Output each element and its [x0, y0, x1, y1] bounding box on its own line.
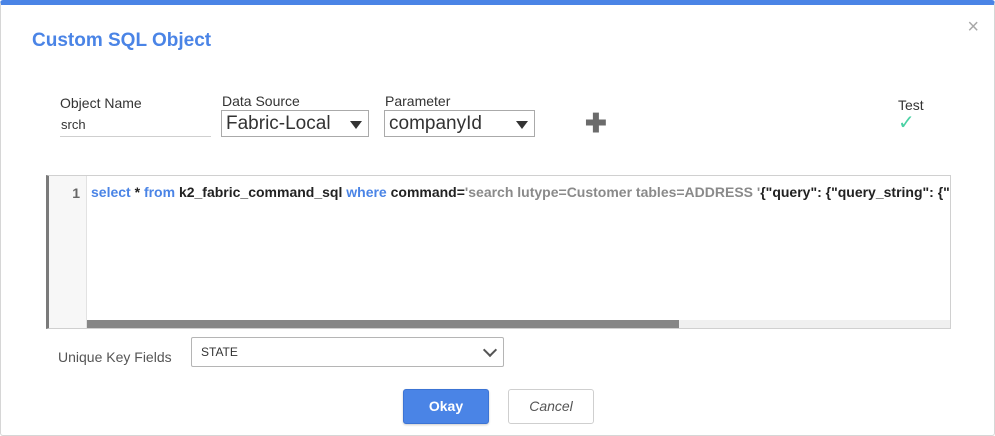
plus-icon[interactable]: ✚: [585, 110, 607, 136]
line-number: 1: [72, 185, 80, 201]
data-source-value: Fabric-Local: [226, 113, 331, 134]
object-name-input[interactable]: [60, 113, 211, 137]
caret-down-icon: [350, 121, 362, 129]
parameter-label: Parameter: [385, 93, 451, 109]
custom-sql-dialog: Custom SQL Object × Object Name Data Sou…: [0, 0, 995, 436]
okay-button[interactable]: Okay: [403, 389, 489, 424]
code-token: *: [130, 184, 144, 200]
object-name-label: Object Name: [60, 95, 142, 111]
code-token: where: [346, 184, 387, 200]
cancel-button[interactable]: Cancel: [508, 389, 594, 424]
code-token: {"query": {"query_string": {"query": "*: [760, 184, 950, 200]
check-icon[interactable]: ✓: [898, 113, 915, 133]
unique-key-select[interactable]: STATE: [191, 337, 504, 367]
parameter-value: companyId: [389, 113, 482, 134]
close-icon[interactable]: ×: [967, 17, 979, 37]
code-token: from: [143, 184, 176, 200]
unique-key-label: Unique Key Fields: [58, 349, 172, 365]
code-line[interactable]: select * from k2_fabric_command_sql wher…: [91, 184, 950, 200]
dialog-title: Custom SQL Object: [32, 30, 212, 51]
editor-gutter: 1: [49, 176, 87, 328]
data-source-select[interactable]: Fabric-Local: [221, 110, 369, 137]
parameter-select[interactable]: companyId: [384, 110, 535, 137]
scrollbar-thumb[interactable]: [87, 320, 679, 328]
chevron-down-icon: [482, 342, 498, 358]
test-label: Test: [898, 97, 924, 113]
horizontal-scrollbar[interactable]: [87, 320, 950, 328]
caret-down-icon: [516, 121, 528, 129]
sql-editor[interactable]: 1 select * from k2_fabric_command_sql wh…: [46, 175, 951, 329]
code-token: k2_fabric_command_sql: [175, 184, 347, 200]
data-source-label: Data Source: [222, 93, 300, 109]
code-token: select: [91, 184, 131, 200]
code-token: command=: [386, 184, 465, 200]
unique-key-value: STATE: [201, 345, 238, 359]
code-token: 'search lutype=Customer tables=ADDRESS ': [464, 184, 761, 200]
